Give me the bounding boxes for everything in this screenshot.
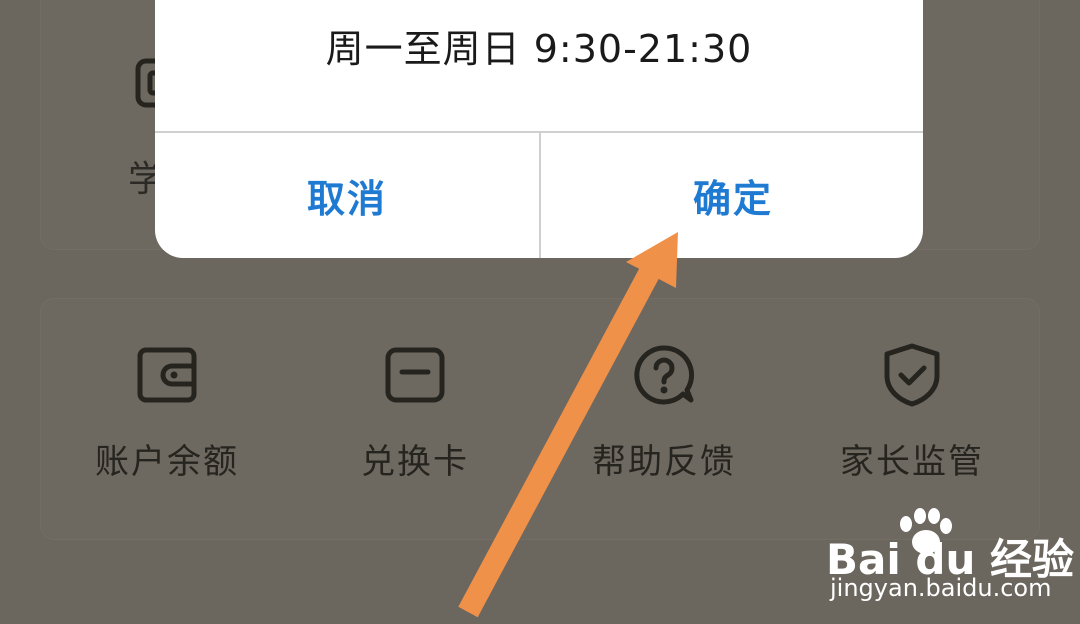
parental-control-item[interactable]: 家长监管 [792, 340, 1032, 483]
account-balance-label: 账户余额 [95, 442, 239, 482]
help-chat-icon [634, 345, 695, 405]
dialog-message: 周一至周日 9:30-21:30 [325, 27, 753, 71]
help-feedback-item[interactable]: 帮助反馈 [544, 340, 784, 483]
baidu-jingyan-watermark: Bai du 经验 jingyan.baidu.com [826, 508, 1076, 618]
card-icon [385, 347, 445, 403]
shield-check-icon [884, 343, 940, 407]
parental-control-label: 家长监管 [840, 442, 984, 482]
redeem-card-item[interactable]: 兑换卡 [295, 340, 535, 483]
account-balance-item[interactable]: 账户余额 [47, 340, 287, 483]
watermark-url: jingyan.baidu.com [830, 574, 1052, 602]
redeem-card-label: 兑换卡 [361, 442, 469, 482]
help-feedback-label: 帮助反馈 [592, 442, 736, 482]
cancel-button[interactable]: 取消 [155, 133, 539, 258]
confirm-button[interactable]: 确定 [541, 133, 923, 258]
confirm-dialog: 周一至周日 9:30-21:30 取消 确定 [155, 0, 923, 258]
partial-item-label: 学 [128, 159, 158, 200]
wallet-icon [137, 347, 197, 403]
